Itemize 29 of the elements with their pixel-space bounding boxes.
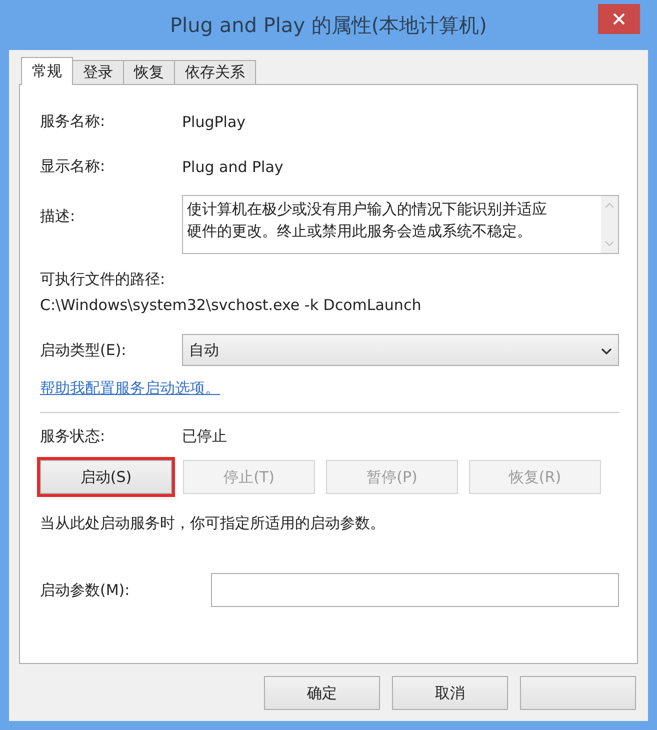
field-label: 服务状态: — [40, 427, 106, 446]
field-label: 显示名称: — [40, 157, 106, 176]
field-label: 服务名称: — [40, 112, 106, 131]
description-text: 使计算机在极少或没有用户输入的情况下能识别并适应硬件的更改。终止或禁用此服务会造成系统不稳定。 — [186, 199, 548, 242]
tab[interactable]: 恢复 — [123, 60, 175, 84]
dialog-button[interactable]: 确定 — [264, 676, 380, 710]
tab[interactable]: 常规 — [21, 57, 73, 85]
close-button[interactable] — [598, 4, 640, 34]
field-label: 启动类型(E): — [40, 340, 128, 360]
field-label: 可执行文件的路径: — [40, 270, 166, 289]
hint-text: 当从此处启动服务时，你可指定所适用的启动参数。 — [40, 514, 386, 533]
help-link[interactable]: 帮助我配置服务启动选项。 — [40, 379, 220, 398]
dialog-button[interactable]: 取消 — [392, 676, 508, 710]
service-button[interactable]: 启动(S) — [40, 460, 172, 494]
status-value: 已停止 — [182, 427, 228, 446]
start-parameters-field[interactable] — [211, 573, 619, 607]
close-icon — [613, 13, 625, 25]
path-value: C:\Windows\system32\svchost.exe -k DcomLaunch — [40, 296, 422, 314]
field-value: Plug and Play — [182, 158, 284, 176]
window-title: Plug and Play 的属性(本地计算机) — [170, 12, 487, 38]
dialog-button[interactable] — [520, 676, 636, 710]
tab[interactable]: 登录 — [72, 60, 124, 84]
field-value: PlugPlay — [182, 112, 247, 130]
dropdown-value: 自动 — [189, 340, 219, 360]
tab[interactable]: 依存关系 — [174, 60, 256, 84]
field-label: 启动参数(M): — [40, 580, 131, 600]
field-label: 描述: — [40, 207, 76, 226]
chevron-down-icon — [601, 348, 612, 355]
startup-type-dropdown[interactable]: 自动 — [182, 334, 619, 366]
